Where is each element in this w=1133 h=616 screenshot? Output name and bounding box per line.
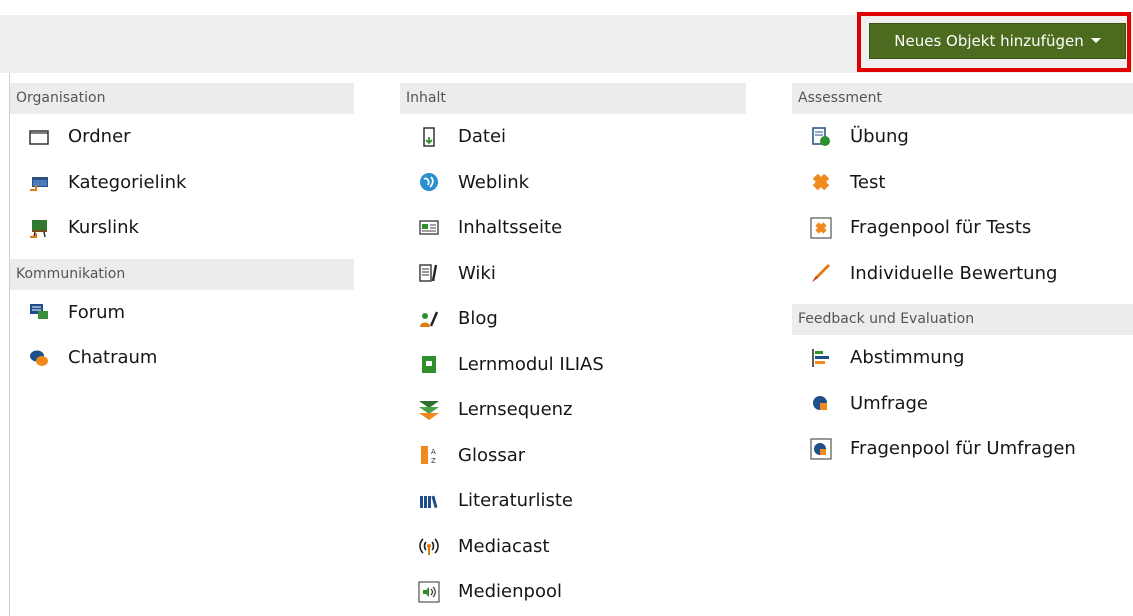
section-header-kommunikation: Kommunikation bbox=[10, 258, 354, 290]
menu-item-label: Wiki bbox=[458, 262, 496, 284]
individual-assessment-icon bbox=[810, 262, 832, 284]
menu-item-abstimmung[interactable]: Abstimmung bbox=[792, 335, 1133, 381]
exercise-icon bbox=[810, 126, 832, 148]
menu-item-label: Übung bbox=[850, 126, 909, 148]
menu-item-datei[interactable]: Datei bbox=[400, 114, 746, 160]
section-header-assessment: Assessment bbox=[792, 83, 1133, 114]
survey-question-pool-icon bbox=[810, 438, 832, 460]
test-question-pool-icon bbox=[810, 217, 832, 239]
chat-icon bbox=[28, 347, 50, 369]
menu-item-kurslink[interactable]: Kurslink bbox=[10, 205, 354, 251]
menu-item-umfrage[interactable]: Umfrage bbox=[792, 381, 1133, 427]
column-assessment: Assessment Übung Test Fragenpool für Tes… bbox=[792, 83, 1133, 472]
glossary-icon: AZ bbox=[418, 444, 440, 466]
weblink-icon bbox=[418, 171, 440, 193]
menu-item-label: Literaturliste bbox=[458, 490, 573, 512]
menu-item-label: Datei bbox=[458, 126, 507, 148]
column-organisation: Organisation Ordner Kategorielink Kursli… bbox=[10, 83, 354, 381]
menu-item-label: Fragenpool für Umfragen bbox=[850, 438, 1076, 460]
menu-item-label: Glossar bbox=[458, 444, 526, 466]
menu-item-label: Medienpool bbox=[458, 581, 562, 603]
menu-item-ordner[interactable]: Ordner bbox=[10, 114, 354, 160]
mediacast-icon bbox=[418, 535, 440, 557]
menu-item-label: Test bbox=[850, 171, 886, 193]
blog-icon bbox=[418, 308, 440, 330]
menu-item-label: Mediacast bbox=[458, 535, 550, 557]
test-icon bbox=[810, 171, 832, 193]
menu-item-label: Weblink bbox=[458, 171, 530, 193]
add-new-object-label: Neues Objekt hinzufügen bbox=[894, 32, 1084, 50]
learning-sequence-icon bbox=[418, 399, 440, 421]
menu-item-label: Lernsequenz bbox=[458, 399, 573, 421]
menu-item-label: Kategorielink bbox=[68, 171, 187, 193]
menu-item-label: Chatraum bbox=[68, 347, 158, 369]
wiki-icon bbox=[418, 262, 440, 284]
menu-item-label: Individuelle Bewertung bbox=[850, 262, 1058, 284]
menu-item-forum[interactable]: Forum bbox=[10, 290, 354, 336]
menu-item-blog[interactable]: Blog bbox=[400, 296, 746, 342]
menu-item-chatraum[interactable]: Chatraum bbox=[10, 335, 354, 381]
menu-item-lernmodul-ilias[interactable]: Lernmodul ILIAS bbox=[400, 342, 746, 388]
menu-item-medienpool[interactable]: Medienpool bbox=[400, 569, 746, 615]
menu-item-label: Abstimmung bbox=[850, 347, 965, 369]
learning-module-icon bbox=[418, 353, 440, 375]
section-header-organisation: Organisation bbox=[10, 83, 354, 114]
section-header-inhalt: Inhalt bbox=[400, 83, 746, 114]
menu-item-wiki[interactable]: Wiki bbox=[400, 251, 746, 297]
menu-item-weblink[interactable]: Weblink bbox=[400, 160, 746, 206]
menu-item-label: Ordner bbox=[68, 126, 131, 148]
menu-item-inhaltsseite[interactable]: Inhaltsseite bbox=[400, 205, 746, 251]
file-icon bbox=[418, 126, 440, 148]
column-inhalt: Inhalt Datei Weblink Inhaltsseite Wiki B… bbox=[400, 83, 746, 615]
svg-text:A: A bbox=[431, 448, 436, 456]
svg-text:Z: Z bbox=[431, 457, 436, 465]
menu-item-mediacast[interactable]: Mediacast bbox=[400, 524, 746, 570]
menu-item-test[interactable]: Test bbox=[792, 160, 1133, 206]
category-link-icon bbox=[28, 171, 50, 193]
course-link-icon bbox=[28, 217, 50, 239]
menu-item-literaturliste[interactable]: Literaturliste bbox=[400, 478, 746, 524]
menu-item-label: Blog bbox=[458, 308, 498, 330]
menu-item-fragenpool-tests[interactable]: Fragenpool für Tests bbox=[792, 205, 1133, 251]
menu-item-label: Forum bbox=[68, 301, 126, 323]
folder-icon bbox=[28, 126, 50, 148]
menu-item-label: Fragenpool für Tests bbox=[850, 217, 1032, 239]
menu-item-fragenpool-umfragen[interactable]: Fragenpool für Umfragen bbox=[792, 426, 1133, 472]
bibliography-icon bbox=[418, 490, 440, 512]
menu-item-label: Lernmodul ILIAS bbox=[458, 353, 604, 375]
section-header-feedback-evaluation: Feedback und Evaluation bbox=[792, 304, 1133, 335]
menu-item-individuelle-bewertung[interactable]: Individuelle Bewertung bbox=[792, 251, 1133, 297]
menu-item-label: Inhaltsseite bbox=[458, 217, 563, 239]
forum-icon bbox=[28, 301, 50, 323]
poll-icon bbox=[810, 347, 832, 369]
survey-icon bbox=[810, 392, 832, 414]
caret-down-icon bbox=[1090, 38, 1101, 43]
add-new-object-button[interactable]: Neues Objekt hinzufügen bbox=[869, 23, 1126, 59]
menu-item-label: Kurslink bbox=[68, 217, 139, 239]
menu-item-lernsequenz[interactable]: Lernsequenz bbox=[400, 387, 746, 433]
menu-item-uebung[interactable]: Übung bbox=[792, 114, 1133, 160]
content-page-icon bbox=[418, 217, 440, 239]
menu-item-label: Umfrage bbox=[850, 392, 928, 414]
media-pool-icon bbox=[418, 581, 440, 603]
menu-item-glossar[interactable]: AZ Glossar bbox=[400, 433, 746, 479]
menu-item-kategorielink[interactable]: Kategorielink bbox=[10, 160, 354, 206]
